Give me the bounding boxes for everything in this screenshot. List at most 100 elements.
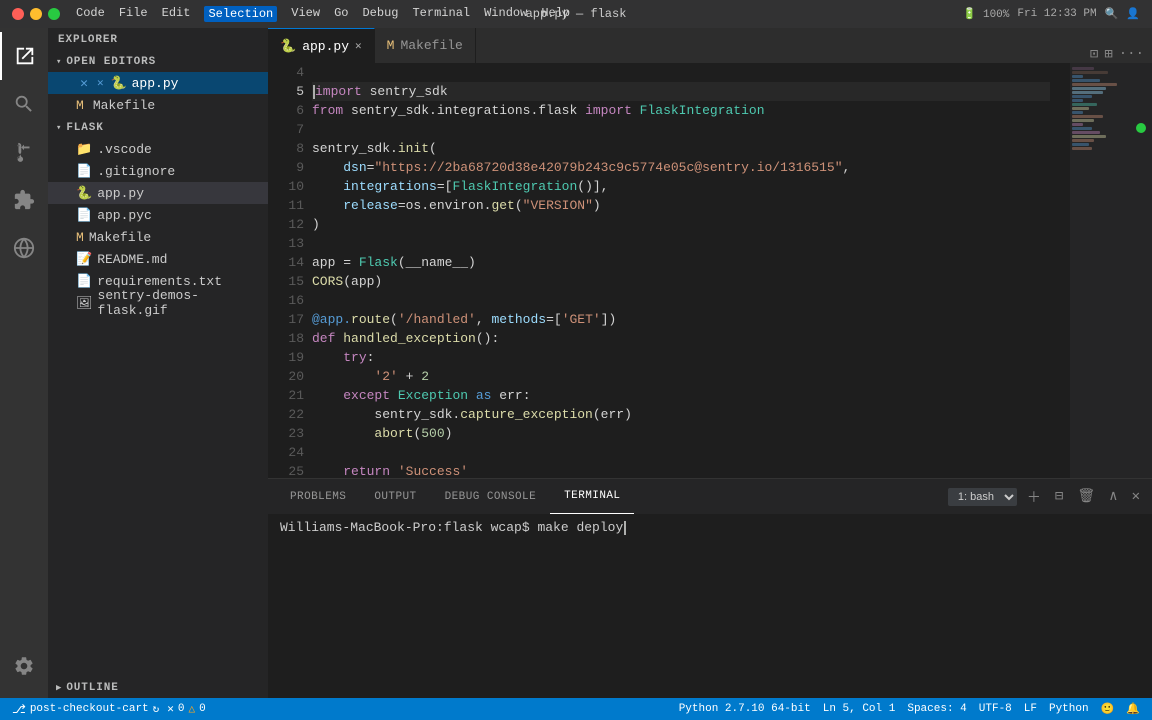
window-title: app.py — flask bbox=[526, 7, 627, 21]
gif-label: sentry-demos-flask.gif bbox=[98, 288, 268, 318]
open-editor-makefile[interactable]: M Makefile bbox=[48, 94, 268, 116]
open-editors-title[interactable]: ▾ OPEN EDITORS bbox=[48, 50, 268, 72]
encoding-status[interactable]: UTF-8 bbox=[975, 703, 1016, 715]
sidebar-gif[interactable]: 🖼 sentry-demos-flask.gif bbox=[48, 292, 268, 314]
sidebar-vscode[interactable]: 📁 .vscode bbox=[48, 138, 268, 160]
language-status[interactable]: Python bbox=[1045, 703, 1093, 715]
tab-makefile-icon: M bbox=[387, 38, 395, 53]
extensions-icon[interactable] bbox=[0, 176, 48, 224]
close-button[interactable] bbox=[12, 8, 24, 20]
python-version-status[interactable]: Python 2.7.10 64-bit bbox=[675, 703, 815, 715]
menu-view[interactable]: View bbox=[291, 6, 320, 22]
code-editor[interactable]: 4 5 6 7 8 9 10 11 12 13 14 15 16 17 bbox=[268, 63, 1152, 478]
smiley-status[interactable]: 🙂 bbox=[1097, 702, 1119, 716]
eol-status[interactable]: LF bbox=[1020, 703, 1041, 715]
errors-status[interactable]: ✕ 0 △ 0 bbox=[163, 702, 209, 716]
requirements-label: requirements.txt bbox=[97, 274, 222, 289]
source-control-icon[interactable] bbox=[0, 128, 48, 176]
minimap bbox=[1070, 63, 1130, 478]
panel-maximize-icon[interactable]: ∧ bbox=[1105, 486, 1121, 507]
ln-17: 17 bbox=[268, 310, 304, 329]
code-line-22: sentry_sdk.capture_exception(err) bbox=[312, 405, 1050, 424]
split-editor-icon[interactable]: ⊡ bbox=[1090, 46, 1098, 63]
ln-11: 11 bbox=[268, 196, 304, 215]
editor-tabs: 🐍 app.py ✕ M Makefile ⊡ ⊞ ··· bbox=[268, 28, 1152, 63]
menu-go[interactable]: Go bbox=[334, 6, 348, 22]
layout-icon[interactable]: ⊞ bbox=[1104, 46, 1112, 63]
code-line-24 bbox=[312, 443, 1050, 462]
search-activity-icon[interactable] bbox=[0, 80, 48, 128]
sidebar-apppyc[interactable]: 📄 app.pyc bbox=[48, 204, 268, 226]
settings-icon[interactable] bbox=[0, 642, 48, 690]
makefile-sidebar-label: Makefile bbox=[89, 230, 151, 245]
open-editors-section: ▾ OPEN EDITORS ✕ ✕ 🐍 app.py M Makefile bbox=[48, 50, 268, 116]
split-terminal-icon[interactable]: ⊟ bbox=[1051, 486, 1067, 507]
remote-icon[interactable] bbox=[0, 224, 48, 272]
tab-apppy-icon: 🐍 bbox=[280, 39, 296, 54]
open-editor-apppy[interactable]: ✕ ✕ 🐍 app.py bbox=[48, 72, 268, 94]
warning-count: 0 bbox=[199, 703, 206, 715]
minimize-button[interactable] bbox=[30, 8, 42, 20]
sidebar-readme[interactable]: 📝 README.md bbox=[48, 248, 268, 270]
open-editor-makefile-name: Makefile bbox=[93, 98, 155, 113]
flask-chevron: ▾ bbox=[56, 123, 62, 133]
menu-code[interactable]: Code bbox=[76, 6, 105, 22]
new-terminal-icon[interactable]: ＋ bbox=[1023, 485, 1045, 509]
tab-apppy-close[interactable]: ✕ bbox=[355, 39, 362, 53]
menu-window[interactable]: Window bbox=[484, 6, 527, 22]
kill-terminal-icon[interactable]: 🗑 bbox=[1073, 486, 1099, 507]
ln-13: 13 bbox=[268, 234, 304, 253]
editor-area: 🐍 app.py ✕ M Makefile ⊡ ⊞ ··· 4 bbox=[268, 28, 1152, 698]
branch-status[interactable]: ⎇ post-checkout-cart ↻ bbox=[8, 702, 163, 717]
bottom-panel: PROBLEMS OUTPUT DEBUG CONSOLE TERMINAL 1… bbox=[268, 478, 1152, 698]
spaces-status[interactable]: Spaces: 4 bbox=[903, 703, 970, 715]
line-numbers: 4 5 6 7 8 9 10 11 12 13 14 15 16 17 bbox=[268, 63, 312, 478]
spaces-label: Spaces: 4 bbox=[907, 703, 966, 715]
menu-edit[interactable]: Edit bbox=[162, 6, 191, 22]
explorer-icon[interactable] bbox=[0, 32, 48, 80]
sidebar-apppy[interactable]: 🐍 app.py bbox=[48, 182, 268, 204]
menu-terminal[interactable]: Terminal bbox=[412, 6, 470, 22]
menu-debug[interactable]: Debug bbox=[362, 6, 398, 22]
outline-chevron: ▶ bbox=[56, 683, 62, 693]
smiley-icon: 🙂 bbox=[1101, 702, 1115, 716]
tab-output[interactable]: OUTPUT bbox=[360, 479, 430, 514]
panel-close-icon[interactable]: ✕ bbox=[1128, 486, 1144, 507]
notification-status[interactable]: 🔔 bbox=[1122, 702, 1144, 716]
terminal-content[interactable]: Williams-MacBook-Pro:flask wcap$ make de… bbox=[268, 514, 1152, 698]
terminal-shell-select[interactable]: 1: bash bbox=[948, 488, 1017, 506]
sidebar-makefile[interactable]: M Makefile bbox=[48, 226, 268, 248]
python-file-icon: ✕ bbox=[76, 76, 92, 91]
tab-problems[interactable]: PROBLEMS bbox=[276, 479, 360, 514]
maximize-button[interactable] bbox=[48, 8, 60, 20]
tab-apppy-label: app.py bbox=[302, 39, 349, 54]
more-actions-icon[interactable]: ··· bbox=[1119, 46, 1144, 63]
close-apppy-icon[interactable]: ✕ bbox=[97, 76, 104, 90]
ln-8: 8 bbox=[268, 139, 304, 158]
code-line-12: ) bbox=[312, 215, 1050, 234]
code-lines[interactable]: import sentry_sdk from sentry_sdk.integr… bbox=[312, 63, 1070, 478]
tab-actions: ⊡ ⊞ ··· bbox=[1090, 46, 1152, 63]
menu-selection[interactable]: Selection bbox=[204, 6, 277, 22]
sidebar-gitignore[interactable]: 📄 .gitignore bbox=[48, 160, 268, 182]
title-bar: Code File Edit Selection View Go Debug T… bbox=[0, 0, 1152, 28]
tab-terminal[interactable]: TERMINAL bbox=[550, 479, 634, 514]
panel-controls: 1: bash ＋ ⊟ 🗑 ∧ ✕ bbox=[948, 485, 1144, 509]
tab-apppy[interactable]: 🐍 app.py ✕ bbox=[268, 28, 375, 63]
tab-makefile[interactable]: M Makefile bbox=[375, 28, 476, 63]
status-left: ⎇ post-checkout-cart ↻ ✕ 0 △ 0 bbox=[8, 702, 210, 717]
flask-folder-title[interactable]: ▾ FLASK bbox=[48, 116, 268, 138]
position-status[interactable]: Ln 5, Col 1 bbox=[819, 703, 900, 715]
apppy-sidebar-label: app.py bbox=[97, 186, 144, 201]
ln-6: 6 bbox=[268, 101, 304, 120]
menu-file[interactable]: File bbox=[119, 6, 148, 22]
tab-debug-console[interactable]: DEBUG CONSOLE bbox=[431, 479, 551, 514]
user-icon[interactable]: 👤 bbox=[1126, 7, 1140, 21]
search-icon[interactable]: 🔍 bbox=[1105, 7, 1119, 21]
status-right: Python 2.7.10 64-bit Ln 5, Col 1 Spaces:… bbox=[675, 702, 1144, 716]
code-line-15: CORS(app) bbox=[312, 272, 1050, 291]
code-line-14: app = Flask(__name__) bbox=[312, 253, 1050, 272]
code-line-23: abort(500) bbox=[312, 424, 1050, 443]
outline-title[interactable]: ▶ OUTLINE bbox=[48, 676, 268, 698]
battery-icon: 🔋 100% bbox=[963, 7, 1010, 21]
